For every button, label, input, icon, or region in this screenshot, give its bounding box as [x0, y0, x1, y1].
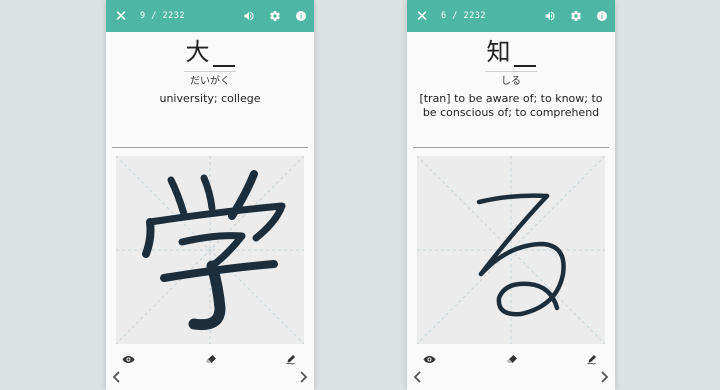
drawing-surface[interactable]	[417, 156, 605, 344]
phone-screen-2: ✕ 6 / 2232 知 しる [tran] to be aware of; t…	[407, 0, 615, 390]
section-divider	[413, 147, 609, 148]
reading-text: だいがく	[190, 76, 230, 87]
volume-icon[interactable]	[537, 0, 563, 32]
chevron-right-icon[interactable]	[296, 366, 312, 388]
reading-text: しる	[501, 76, 521, 87]
handwritten-strokes	[476, 193, 566, 317]
section-divider	[112, 147, 308, 148]
known-kanji: 大	[185, 38, 210, 66]
pen-icon[interactable]	[282, 352, 300, 366]
eye-icon[interactable]	[118, 352, 138, 366]
known-kanji: 知	[486, 38, 511, 66]
meaning-text: university; college	[159, 92, 261, 105]
drawing-toolbar	[407, 350, 615, 390]
chevron-left-icon[interactable]	[409, 366, 425, 388]
eraser-icon[interactable]	[503, 352, 521, 366]
eye-icon[interactable]	[419, 352, 439, 366]
eraser-icon[interactable]	[202, 352, 220, 366]
volume-icon[interactable]	[236, 0, 262, 32]
drawing-toolbar	[106, 350, 314, 390]
close-icon[interactable]: ✕	[106, 0, 136, 32]
gear-icon[interactable]	[563, 0, 589, 32]
gear-icon[interactable]	[262, 0, 288, 32]
close-icon[interactable]: ✕	[407, 0, 437, 32]
chevron-right-icon[interactable]	[597, 366, 613, 388]
info-icon[interactable]	[288, 0, 314, 32]
pen-icon[interactable]	[583, 352, 601, 366]
card-counter: 9 / 2232	[140, 11, 185, 21]
top-bar: ✕ 9 / 2232	[106, 0, 314, 32]
drawing-canvas[interactable]	[116, 156, 304, 344]
missing-kanji-blank	[212, 65, 235, 67]
drawing-surface[interactable]	[116, 156, 304, 344]
missing-kana-blank	[513, 65, 536, 67]
chevron-left-icon[interactable]	[108, 366, 124, 388]
phone-screen-1: ✕ 9 / 2232 大 だいがく university; college	[106, 0, 314, 390]
word-prompt: 大	[106, 36, 314, 68]
word-prompt: 知	[407, 36, 615, 68]
top-bar: ✕ 6 / 2232	[407, 0, 615, 32]
meaning-text: [tran] to be aware of; to know; to be co…	[419, 92, 603, 119]
drawing-canvas[interactable]	[417, 156, 605, 344]
info-icon[interactable]	[589, 0, 615, 32]
card-counter: 6 / 2232	[441, 11, 486, 21]
